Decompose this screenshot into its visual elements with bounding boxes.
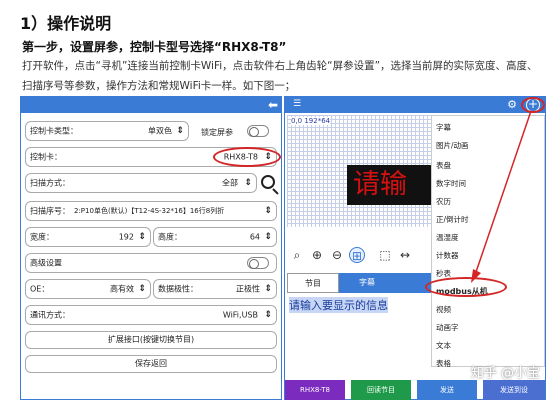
comm-method-select[interactable]: 通讯方式： WiFi,USB ⇕ bbox=[25, 305, 277, 325]
step-title: 第一步，设置屏参，控制卡型号选择“RHX8-T8” bbox=[22, 40, 287, 54]
scan-mode-value: 全部 bbox=[222, 178, 238, 188]
watermark: 知乎 @小宝 bbox=[470, 366, 540, 381]
data-polarity-value: 正极性 bbox=[236, 284, 260, 294]
up-down-icon: ⇕ bbox=[138, 284, 146, 294]
instruction-paragraph: 打开软件，点击“寻机”连接当前控制卡WiFi，点击软件右上角齿轮“屏参设置”，选… bbox=[22, 60, 538, 92]
width-label: 宽度： bbox=[30, 232, 54, 242]
search-icon[interactable] bbox=[261, 175, 275, 189]
screen-params-phone: ⬅ 控制卡类型： 单双色 ⇕ 锁定屏参 控制卡： RHX8-T8 ⇕ 扫描方式：… bbox=[20, 96, 282, 400]
scan-seq-label: 扫描序号： bbox=[30, 206, 70, 216]
editor-phone: ☰ ⚙ + 0,0 192*64 请输 ⌕ ⊕ ⊖ ⊞ ⬚ ↔ 节目 字幕 请输… bbox=[284, 96, 546, 400]
up-down-icon: ⇕ bbox=[176, 126, 184, 136]
advanced-label: 高级设置 bbox=[30, 258, 62, 268]
up-down-icon: ⇕ bbox=[138, 232, 146, 242]
top-bar: ⬅ bbox=[21, 97, 281, 113]
section-heading: 1）操作说明 bbox=[20, 14, 112, 33]
card-type-select[interactable]: 控制卡类型： 单双色 ⇕ bbox=[25, 121, 189, 141]
lock-params-toggle[interactable] bbox=[247, 125, 269, 137]
oe-label: OE： bbox=[30, 284, 50, 294]
scan-mode-label: 扫描方式： bbox=[30, 178, 70, 188]
up-down-icon: ⇕ bbox=[264, 206, 272, 216]
height-value: 64 bbox=[249, 232, 260, 242]
height-select[interactable]: 高度： 64 ⇕ bbox=[153, 227, 277, 247]
card-label: 控制卡： bbox=[30, 152, 62, 162]
comm-value: WiFi,USB bbox=[222, 310, 258, 320]
advanced-settings-row[interactable]: 高级设置 bbox=[25, 253, 277, 273]
up-down-icon: ⇕ bbox=[264, 284, 272, 294]
save-return-button[interactable]: 保存返回 bbox=[25, 355, 277, 373]
lock-params-label: 锁定屏参 bbox=[201, 128, 233, 137]
advanced-toggle[interactable] bbox=[247, 257, 269, 269]
data-polarity-label: 数据极性： bbox=[158, 284, 198, 294]
oe-select[interactable]: OE： 高有效 ⇕ bbox=[25, 279, 151, 299]
oe-value: 高有效 bbox=[110, 284, 134, 294]
card-type-value: 单双色 bbox=[148, 126, 172, 136]
expand-interface-button[interactable]: 扩展接口(按键切换节目) bbox=[25, 331, 277, 349]
height-label: 高度： bbox=[158, 232, 182, 242]
back-arrow-icon[interactable]: ⬅ bbox=[268, 98, 278, 112]
up-down-icon: ⇕ bbox=[244, 178, 252, 188]
comm-label: 通讯方式： bbox=[30, 310, 70, 320]
scan-seq-value: 2:P10单色(默认)【T12-4S-32*16】16行8列折 bbox=[74, 207, 225, 215]
width-select[interactable]: 宽度： 192 ⇕ bbox=[25, 227, 151, 247]
highlight-ellipse bbox=[213, 147, 281, 167]
data-polarity-select[interactable]: 数据极性： 正极性 ⇕ bbox=[153, 279, 277, 299]
scan-sequence-select[interactable]: 扫描序号： 2:P10单色(默认)【T12-4S-32*16】16行8列折 ⇕ bbox=[25, 201, 277, 221]
scan-mode-select[interactable]: 扫描方式： 全部 ⇕ bbox=[25, 173, 257, 193]
pointer-arrow bbox=[471, 110, 532, 283]
card-type-label: 控制卡类型： bbox=[30, 126, 78, 136]
width-value: 192 bbox=[118, 232, 134, 242]
up-down-icon: ⇕ bbox=[264, 310, 272, 320]
up-down-icon: ⇕ bbox=[264, 232, 272, 242]
